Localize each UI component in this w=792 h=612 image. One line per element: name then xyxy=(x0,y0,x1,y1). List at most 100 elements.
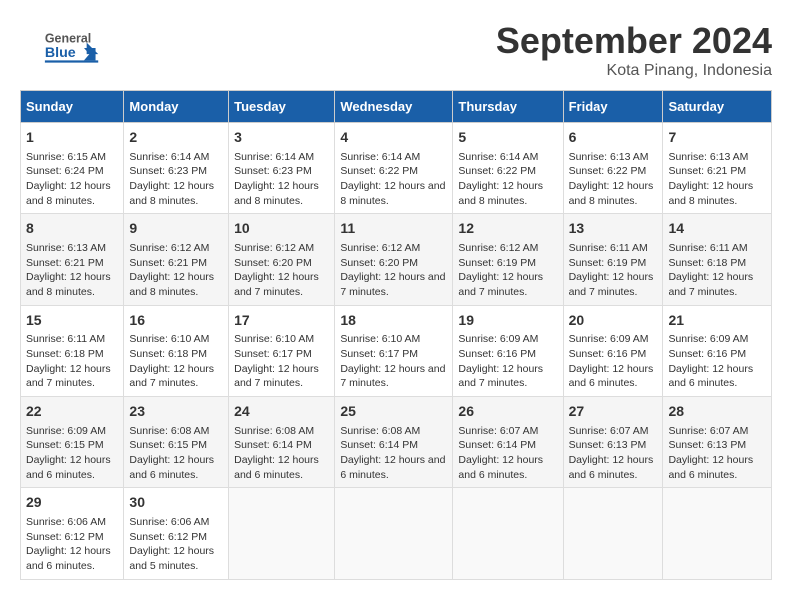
cell-details: Sunrise: 6:13 AMSunset: 6:21 PMDaylight:… xyxy=(668,150,766,209)
day-number: 10 xyxy=(234,219,329,239)
calendar-week-row: 15Sunrise: 6:11 AMSunset: 6:18 PMDayligh… xyxy=(21,305,772,396)
day-number: 27 xyxy=(569,402,658,422)
day-number: 12 xyxy=(458,219,557,239)
calendar-cell: 2Sunrise: 6:14 AMSunset: 6:23 PMDaylight… xyxy=(124,123,229,214)
day-number: 28 xyxy=(668,402,766,422)
cell-details: Sunrise: 6:12 AMSunset: 6:21 PMDaylight:… xyxy=(129,241,223,300)
day-number: 20 xyxy=(569,311,658,331)
calendar-cell: 7Sunrise: 6:13 AMSunset: 6:21 PMDaylight… xyxy=(663,123,772,214)
column-header-saturday: Saturday xyxy=(663,91,772,123)
cell-details: Sunrise: 6:14 AMSunset: 6:23 PMDaylight:… xyxy=(234,150,329,209)
day-number: 7 xyxy=(668,128,766,148)
calendar-cell: 18Sunrise: 6:10 AMSunset: 6:17 PMDayligh… xyxy=(335,305,453,396)
cell-details: Sunrise: 6:06 AMSunset: 6:12 PMDaylight:… xyxy=(26,515,118,574)
calendar-cell: 3Sunrise: 6:14 AMSunset: 6:23 PMDaylight… xyxy=(229,123,335,214)
cell-details: Sunrise: 6:10 AMSunset: 6:18 PMDaylight:… xyxy=(129,332,223,391)
day-number: 18 xyxy=(340,311,447,331)
calendar-cell: 25Sunrise: 6:08 AMSunset: 6:14 PMDayligh… xyxy=(335,397,453,488)
day-number: 9 xyxy=(129,219,223,239)
cell-details: Sunrise: 6:09 AMSunset: 6:16 PMDaylight:… xyxy=(569,332,658,391)
cell-details: Sunrise: 6:14 AMSunset: 6:22 PMDaylight:… xyxy=(340,150,447,209)
day-number: 4 xyxy=(340,128,447,148)
column-header-friday: Friday xyxy=(563,91,663,123)
calendar-week-row: 8Sunrise: 6:13 AMSunset: 6:21 PMDaylight… xyxy=(21,214,772,305)
calendar-week-row: 29Sunrise: 6:06 AMSunset: 6:12 PMDayligh… xyxy=(21,488,772,579)
calendar-cell: 6Sunrise: 6:13 AMSunset: 6:22 PMDaylight… xyxy=(563,123,663,214)
day-number: 22 xyxy=(26,402,118,422)
day-number: 29 xyxy=(26,493,118,513)
calendar-table: SundayMondayTuesdayWednesdayThursdayFrid… xyxy=(20,90,772,580)
calendar-cell: 17Sunrise: 6:10 AMSunset: 6:17 PMDayligh… xyxy=(229,305,335,396)
calendar-week-row: 22Sunrise: 6:09 AMSunset: 6:15 PMDayligh… xyxy=(21,397,772,488)
calendar-cell: 15Sunrise: 6:11 AMSunset: 6:18 PMDayligh… xyxy=(21,305,124,396)
day-number: 19 xyxy=(458,311,557,331)
day-number: 16 xyxy=(129,311,223,331)
calendar-cell xyxy=(563,488,663,579)
cell-details: Sunrise: 6:12 AMSunset: 6:20 PMDaylight:… xyxy=(340,241,447,300)
day-number: 23 xyxy=(129,402,223,422)
day-number: 25 xyxy=(340,402,447,422)
calendar-cell: 20Sunrise: 6:09 AMSunset: 6:16 PMDayligh… xyxy=(563,305,663,396)
cell-details: Sunrise: 6:14 AMSunset: 6:22 PMDaylight:… xyxy=(458,150,557,209)
day-number: 8 xyxy=(26,219,118,239)
title-block: September 2024 Kota Pinang, Indonesia xyxy=(496,20,772,80)
calendar-cell: 16Sunrise: 6:10 AMSunset: 6:18 PMDayligh… xyxy=(124,305,229,396)
day-number: 11 xyxy=(340,219,447,239)
cell-details: Sunrise: 6:13 AMSunset: 6:21 PMDaylight:… xyxy=(26,241,118,300)
cell-details: Sunrise: 6:13 AMSunset: 6:22 PMDaylight:… xyxy=(569,150,658,209)
calendar-cell: 26Sunrise: 6:07 AMSunset: 6:14 PMDayligh… xyxy=(453,397,563,488)
cell-details: Sunrise: 6:09 AMSunset: 6:16 PMDaylight:… xyxy=(458,332,557,391)
cell-details: Sunrise: 6:07 AMSunset: 6:13 PMDaylight:… xyxy=(569,424,658,483)
calendar-cell: 19Sunrise: 6:09 AMSunset: 6:16 PMDayligh… xyxy=(453,305,563,396)
svg-text:General: General xyxy=(45,32,91,46)
cell-details: Sunrise: 6:12 AMSunset: 6:19 PMDaylight:… xyxy=(458,241,557,300)
day-number: 15 xyxy=(26,311,118,331)
cell-details: Sunrise: 6:10 AMSunset: 6:17 PMDaylight:… xyxy=(340,332,447,391)
calendar-cell: 21Sunrise: 6:09 AMSunset: 6:16 PMDayligh… xyxy=(663,305,772,396)
column-header-tuesday: Tuesday xyxy=(229,91,335,123)
cell-details: Sunrise: 6:07 AMSunset: 6:14 PMDaylight:… xyxy=(458,424,557,483)
cell-details: Sunrise: 6:12 AMSunset: 6:20 PMDaylight:… xyxy=(234,241,329,300)
cell-details: Sunrise: 6:07 AMSunset: 6:13 PMDaylight:… xyxy=(668,424,766,483)
cell-details: Sunrise: 6:09 AMSunset: 6:15 PMDaylight:… xyxy=(26,424,118,483)
calendar-cell: 13Sunrise: 6:11 AMSunset: 6:19 PMDayligh… xyxy=(563,214,663,305)
calendar-week-row: 1Sunrise: 6:15 AMSunset: 6:24 PMDaylight… xyxy=(21,123,772,214)
cell-details: Sunrise: 6:11 AMSunset: 6:19 PMDaylight:… xyxy=(569,241,658,300)
cell-details: Sunrise: 6:08 AMSunset: 6:15 PMDaylight:… xyxy=(129,424,223,483)
day-number: 5 xyxy=(458,128,557,148)
column-header-monday: Monday xyxy=(124,91,229,123)
calendar-cell xyxy=(453,488,563,579)
page-header: General Blue September 2024 Kota Pinang,… xyxy=(20,20,772,80)
cell-details: Sunrise: 6:11 AMSunset: 6:18 PMDaylight:… xyxy=(26,332,118,391)
calendar-cell: 12Sunrise: 6:12 AMSunset: 6:19 PMDayligh… xyxy=(453,214,563,305)
day-number: 1 xyxy=(26,128,118,148)
calendar-cell: 11Sunrise: 6:12 AMSunset: 6:20 PMDayligh… xyxy=(335,214,453,305)
day-number: 30 xyxy=(129,493,223,513)
cell-details: Sunrise: 6:14 AMSunset: 6:23 PMDaylight:… xyxy=(129,150,223,209)
cell-details: Sunrise: 6:09 AMSunset: 6:16 PMDaylight:… xyxy=(668,332,766,391)
calendar-cell xyxy=(335,488,453,579)
calendar-cell: 24Sunrise: 6:08 AMSunset: 6:14 PMDayligh… xyxy=(229,397,335,488)
day-number: 17 xyxy=(234,311,329,331)
calendar-cell: 30Sunrise: 6:06 AMSunset: 6:12 PMDayligh… xyxy=(124,488,229,579)
cell-details: Sunrise: 6:06 AMSunset: 6:12 PMDaylight:… xyxy=(129,515,223,574)
cell-details: Sunrise: 6:08 AMSunset: 6:14 PMDaylight:… xyxy=(234,424,329,483)
cell-details: Sunrise: 6:11 AMSunset: 6:18 PMDaylight:… xyxy=(668,241,766,300)
column-header-sunday: Sunday xyxy=(21,91,124,123)
calendar-cell xyxy=(229,488,335,579)
calendar-cell xyxy=(663,488,772,579)
column-header-wednesday: Wednesday xyxy=(335,91,453,123)
day-number: 14 xyxy=(668,219,766,239)
cell-details: Sunrise: 6:08 AMSunset: 6:14 PMDaylight:… xyxy=(340,424,447,483)
day-number: 2 xyxy=(129,128,223,148)
calendar-cell: 22Sunrise: 6:09 AMSunset: 6:15 PMDayligh… xyxy=(21,397,124,488)
calendar-cell: 14Sunrise: 6:11 AMSunset: 6:18 PMDayligh… xyxy=(663,214,772,305)
calendar-cell: 1Sunrise: 6:15 AMSunset: 6:24 PMDaylight… xyxy=(21,123,124,214)
day-number: 21 xyxy=(668,311,766,331)
day-number: 6 xyxy=(569,128,658,148)
day-number: 26 xyxy=(458,402,557,422)
calendar-cell: 23Sunrise: 6:08 AMSunset: 6:15 PMDayligh… xyxy=(124,397,229,488)
calendar-cell: 8Sunrise: 6:13 AMSunset: 6:21 PMDaylight… xyxy=(21,214,124,305)
calendar-cell: 28Sunrise: 6:07 AMSunset: 6:13 PMDayligh… xyxy=(663,397,772,488)
day-number: 3 xyxy=(234,128,329,148)
